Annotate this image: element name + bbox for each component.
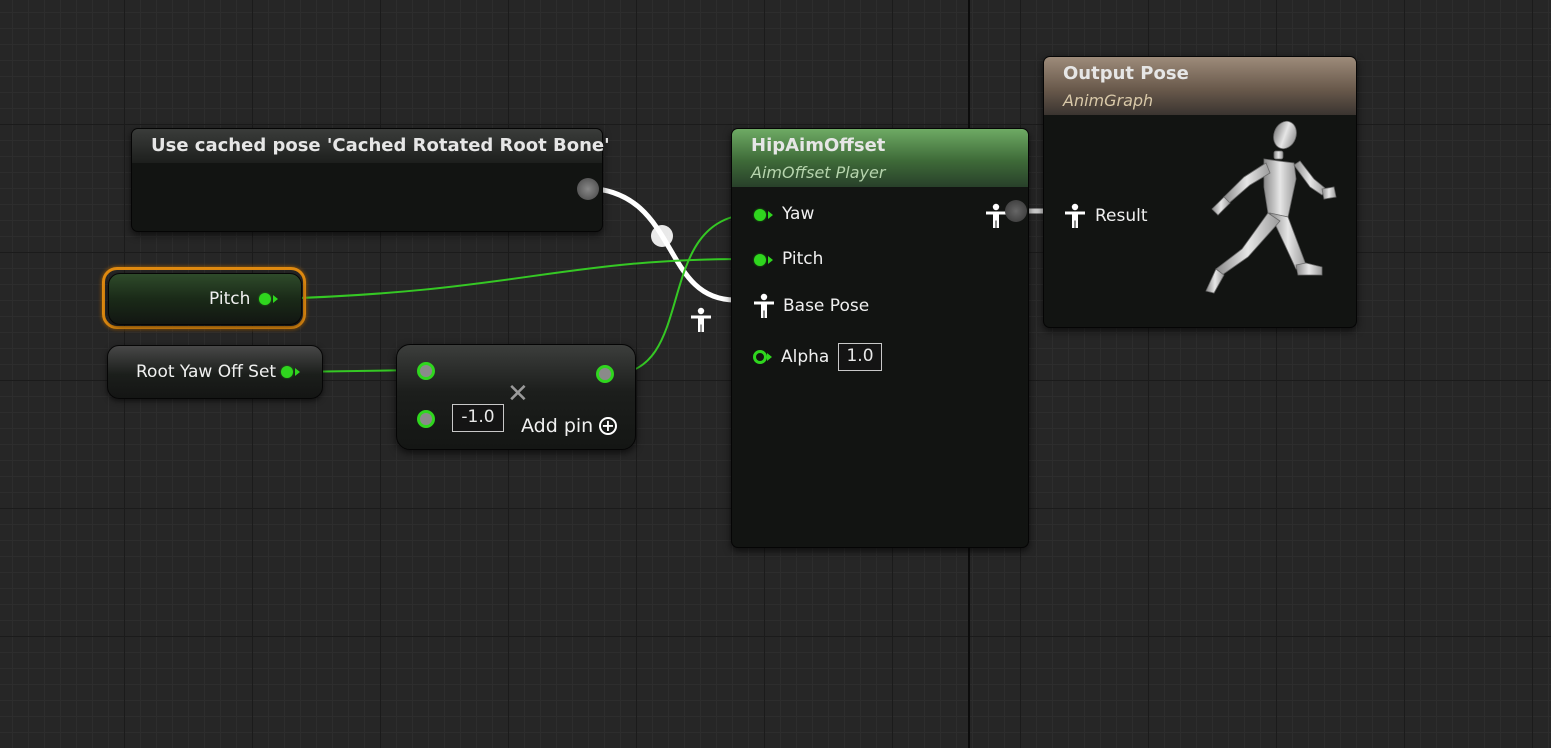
pitch-variable-node[interactable]: Pitch: [108, 273, 302, 325]
alpha-pin-label: Alpha: [781, 347, 830, 367]
root-yaw-variable-node[interactable]: Root Yaw Off Set: [107, 345, 323, 399]
close-icon: ✕: [507, 379, 529, 409]
aim-offset-subtitle: AimOffset Player: [751, 163, 886, 182]
multiply-input-b-pin[interactable]: [417, 410, 435, 428]
add-circle-icon[interactable]: +: [599, 417, 617, 435]
pin-arrow: [768, 256, 773, 264]
pitch-variable-output-pin[interactable]: [259, 293, 271, 305]
pitch-pin-label: Pitch: [782, 249, 824, 269]
multiply-input-a-pin[interactable]: [417, 362, 435, 380]
multiply-output-pin[interactable]: [596, 365, 614, 383]
pose-output-icon[interactable]: [985, 203, 1007, 229]
yaw-pin-label: Yaw: [782, 204, 815, 224]
output-pose-subtitle: AnimGraph: [1063, 91, 1154, 110]
aim-offset-node[interactable]: HipAimOffset AimOffset Player Yaw Pitch …: [731, 128, 1029, 548]
output-pose-title: Output Pose: [1063, 63, 1189, 84]
alpha-input-pin[interactable]: [753, 350, 767, 364]
pin-arrow: [767, 353, 772, 361]
root-yaw-variable-label: Root Yaw Off Set: [136, 362, 277, 382]
pose-icon[interactable]: [690, 307, 712, 333]
cached-pose-title: Use cached pose 'Cached Rotated Root Bon…: [151, 135, 610, 156]
base-pose-icon[interactable]: [753, 293, 775, 319]
aim-offset-title: HipAimOffset: [751, 135, 886, 156]
pin-arrow: [273, 295, 278, 303]
yaw-input-pin[interactable]: [754, 209, 766, 221]
result-pin-label: Result: [1095, 206, 1148, 226]
alpha-value-input[interactable]: 1.0: [838, 343, 882, 371]
wire-knot: [651, 225, 673, 247]
pitch-input-pin[interactable]: [754, 254, 766, 266]
cached-pose-output-pin[interactable]: [577, 178, 599, 200]
root-yaw-variable-output-pin[interactable]: [281, 366, 293, 378]
multiply-input-b-value[interactable]: -1.0: [452, 404, 504, 432]
multiply-node[interactable]: -1.0 ✕ Add pin +: [396, 344, 636, 450]
result-pose-icon[interactable]: [1064, 203, 1086, 229]
cached-pose-node[interactable]: Use cached pose 'Cached Rotated Root Bon…: [131, 128, 711, 332]
base-pose-pin-label: Base Pose: [783, 296, 870, 316]
output-pose-node[interactable]: Output Pose AnimGraph Result: [1043, 56, 1357, 328]
aim-offset-output-pin[interactable]: [1005, 200, 1027, 222]
pin-arrow: [295, 368, 300, 376]
mannequin-icon: [1205, 120, 1337, 294]
pitch-variable-label: Pitch: [209, 289, 251, 309]
add-pin-label[interactable]: Add pin: [521, 415, 593, 437]
pin-arrow: [768, 211, 773, 219]
